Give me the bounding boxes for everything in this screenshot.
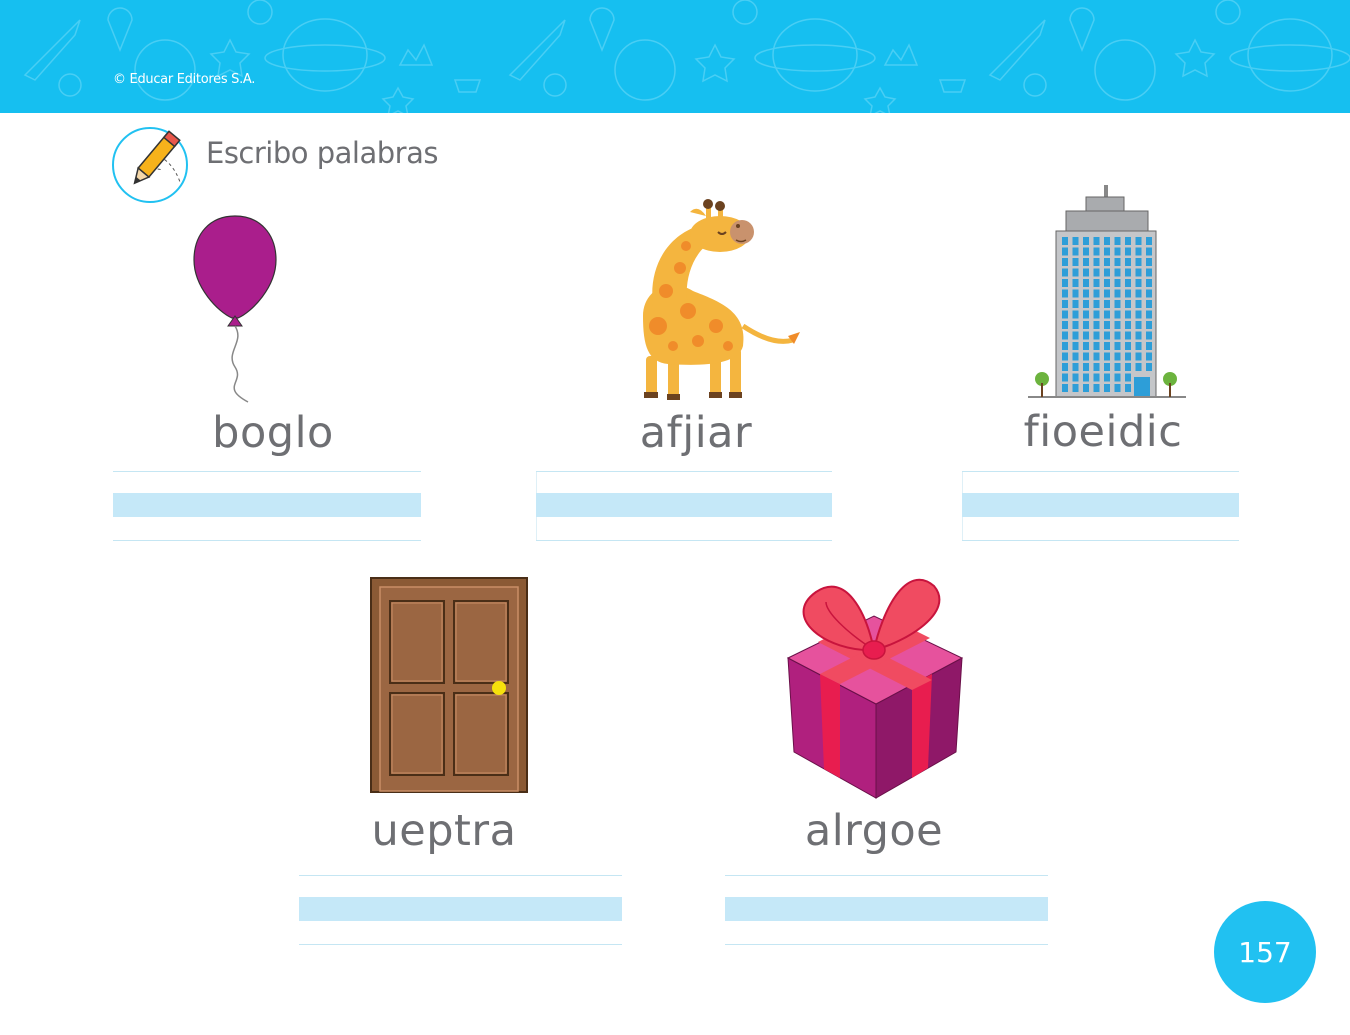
page-number-badge: 157 xyxy=(1214,901,1316,1003)
writing-lines-1[interactable] xyxy=(113,471,421,541)
activity-title: Escribo palabras xyxy=(206,136,438,170)
header-banner: © Educar Editores S.A. xyxy=(0,0,1350,113)
scrambled-word-balloon: boglo xyxy=(212,408,334,458)
balloon-icon xyxy=(190,212,280,411)
writing-lines-3[interactable] xyxy=(962,471,1239,541)
pencil-icon xyxy=(112,126,192,204)
scrambled-word-door: ueptra xyxy=(371,806,517,856)
copyright-text: © Educar Editores S.A. xyxy=(113,72,256,87)
scrambled-word-giraffe: afjiar xyxy=(639,408,753,458)
banner-pattern xyxy=(23,0,1350,113)
giraffe-icon xyxy=(638,196,803,410)
writing-lines-2[interactable] xyxy=(536,471,832,541)
door-icon xyxy=(370,577,528,797)
writing-lines-5[interactable] xyxy=(725,875,1048,945)
scrambled-word-gift: alrgoe xyxy=(804,806,944,856)
writing-lines-4[interactable] xyxy=(299,875,622,945)
building-icon xyxy=(1028,183,1186,405)
scrambled-word-building: fioeidic xyxy=(1023,407,1183,457)
gift-icon xyxy=(786,572,964,804)
page-number: 157 xyxy=(1238,935,1292,969)
